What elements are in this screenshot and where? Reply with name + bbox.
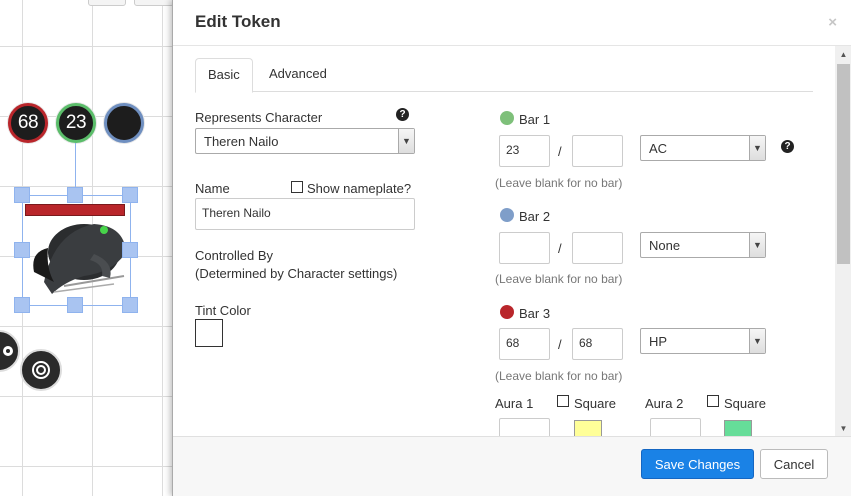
bar3-hint: (Leave blank for no bar) (495, 369, 623, 383)
dialog-scrollbar[interactable]: ▲ ▼ (835, 46, 851, 436)
bar2-color-dot (500, 208, 514, 222)
cancel-button[interactable]: Cancel (760, 449, 828, 479)
dialog-content: Basic Advanced Represents Character ? Th… (173, 46, 835, 436)
bar3-link-select[interactable]: HP ▼ (640, 328, 766, 354)
target-icon (32, 361, 50, 379)
tab-advanced[interactable]: Advanced (257, 58, 339, 92)
bubble-value: 68 (17, 112, 39, 133)
aura1-radius-input[interactable] (499, 418, 550, 436)
input-value: 68 (506, 336, 520, 350)
bar1-label: Bar 1 (519, 112, 551, 127)
bar3-label: Bar 3 (519, 306, 551, 321)
bar2-label: Bar 2 (519, 209, 551, 224)
token-bar1-bubble[interactable]: 23 (56, 103, 96, 143)
edit-token-dialog: Edit Token × Basic Advanced Represents C… (172, 0, 851, 496)
scroll-down-icon[interactable]: ▼ (835, 420, 851, 436)
tint-color-label: Tint Color (195, 303, 251, 318)
bar1-max-input[interactable] (572, 135, 623, 167)
tab-basic[interactable]: Basic (195, 58, 253, 93)
bar3-color-dot (500, 305, 514, 319)
resize-handle[interactable] (14, 187, 30, 203)
show-nameplate-checkbox[interactable] (291, 181, 303, 193)
chevron-down-icon: ▼ (749, 233, 765, 257)
resize-handle[interactable] (67, 187, 83, 203)
token-menu-button[interactable] (0, 330, 20, 372)
chevron-down-icon: ▼ (398, 129, 414, 153)
aura2-square-checkbox[interactable] (707, 395, 719, 407)
resize-handle[interactable] (122, 297, 138, 313)
bar-separator: / (558, 144, 562, 159)
tab-bar: Basic Advanced (195, 58, 813, 93)
token-bar2-bubble[interactable] (104, 103, 144, 143)
bar3-max-input[interactable]: 68 (572, 328, 623, 360)
input-value: 68 (579, 336, 593, 350)
input-value: Theren Nailo (202, 206, 271, 220)
name-input[interactable]: Theren Nailo (195, 198, 415, 230)
select-value: AC (649, 141, 668, 156)
help-icon[interactable]: ? (781, 140, 794, 153)
save-changes-button[interactable]: Save Changes (641, 449, 754, 479)
controlled-by-note: (Determined by Character settings) (195, 266, 398, 281)
tint-color-swatch[interactable] (195, 319, 223, 347)
close-icon[interactable]: × (828, 14, 837, 31)
bar-separator: / (558, 337, 562, 352)
bar1-hint: (Leave blank for no bar) (495, 176, 623, 190)
resize-handle[interactable] (67, 297, 83, 313)
toolbar-button[interactable] (88, 0, 126, 6)
aura2-square-label: Square (724, 396, 766, 411)
chevron-down-icon: ▼ (749, 329, 765, 353)
bar1-color-dot (500, 111, 514, 125)
gear-icon (3, 346, 13, 356)
help-icon[interactable]: ? (396, 108, 409, 121)
input-value: 23 (506, 143, 520, 157)
bar1-link-select[interactable]: AC ▼ (640, 135, 766, 161)
bubble-value: 23 (65, 112, 87, 133)
token-action-button[interactable] (20, 349, 62, 391)
bar1-value-input[interactable]: 23 (499, 135, 550, 167)
select-value: None (649, 238, 681, 253)
chevron-down-icon: ▼ (749, 136, 765, 160)
scroll-up-icon[interactable]: ▲ (835, 46, 851, 62)
dialog-title: Edit Token (195, 12, 281, 31)
represents-select[interactable]: Theren Nailo ▼ (195, 128, 415, 154)
name-label: Name (195, 181, 230, 196)
aura2-color-swatch[interactable] (724, 420, 752, 436)
scroll-thumb[interactable] (837, 64, 850, 264)
resize-handle[interactable] (14, 242, 30, 258)
token-character-image[interactable] (24, 212, 134, 304)
select-value: Theren Nailo (204, 134, 279, 149)
toolbar-button[interactable] (134, 0, 174, 6)
bar3-value-input[interactable]: 68 (499, 328, 550, 360)
bar2-value-input[interactable] (499, 232, 550, 264)
dialog-footer: Save Changes Cancel (173, 436, 851, 496)
bar-separator: / (558, 241, 562, 256)
aura1-color-swatch[interactable] (574, 420, 602, 436)
aura1-label: Aura 1 (495, 396, 534, 411)
aura2-label: Aura 2 (645, 396, 684, 411)
aura1-square-checkbox[interactable] (557, 395, 569, 407)
aura2-radius-input[interactable] (650, 418, 701, 436)
controlled-by-label: Controlled By (195, 248, 274, 263)
token-bar3-bubble[interactable]: 68 (8, 103, 48, 143)
select-value: HP (649, 334, 668, 349)
bar2-max-input[interactable] (572, 232, 623, 264)
bar2-hint: (Leave blank for no bar) (495, 272, 623, 286)
aura1-square-label: Square (574, 396, 616, 411)
represents-label: Represents Character (195, 110, 323, 125)
bar2-link-select[interactable]: None ▼ (640, 232, 766, 258)
resize-handle[interactable] (122, 187, 138, 203)
resize-handle[interactable] (122, 242, 138, 258)
resize-handle[interactable] (14, 297, 30, 313)
show-nameplate-label: Show nameplate? (307, 181, 412, 196)
